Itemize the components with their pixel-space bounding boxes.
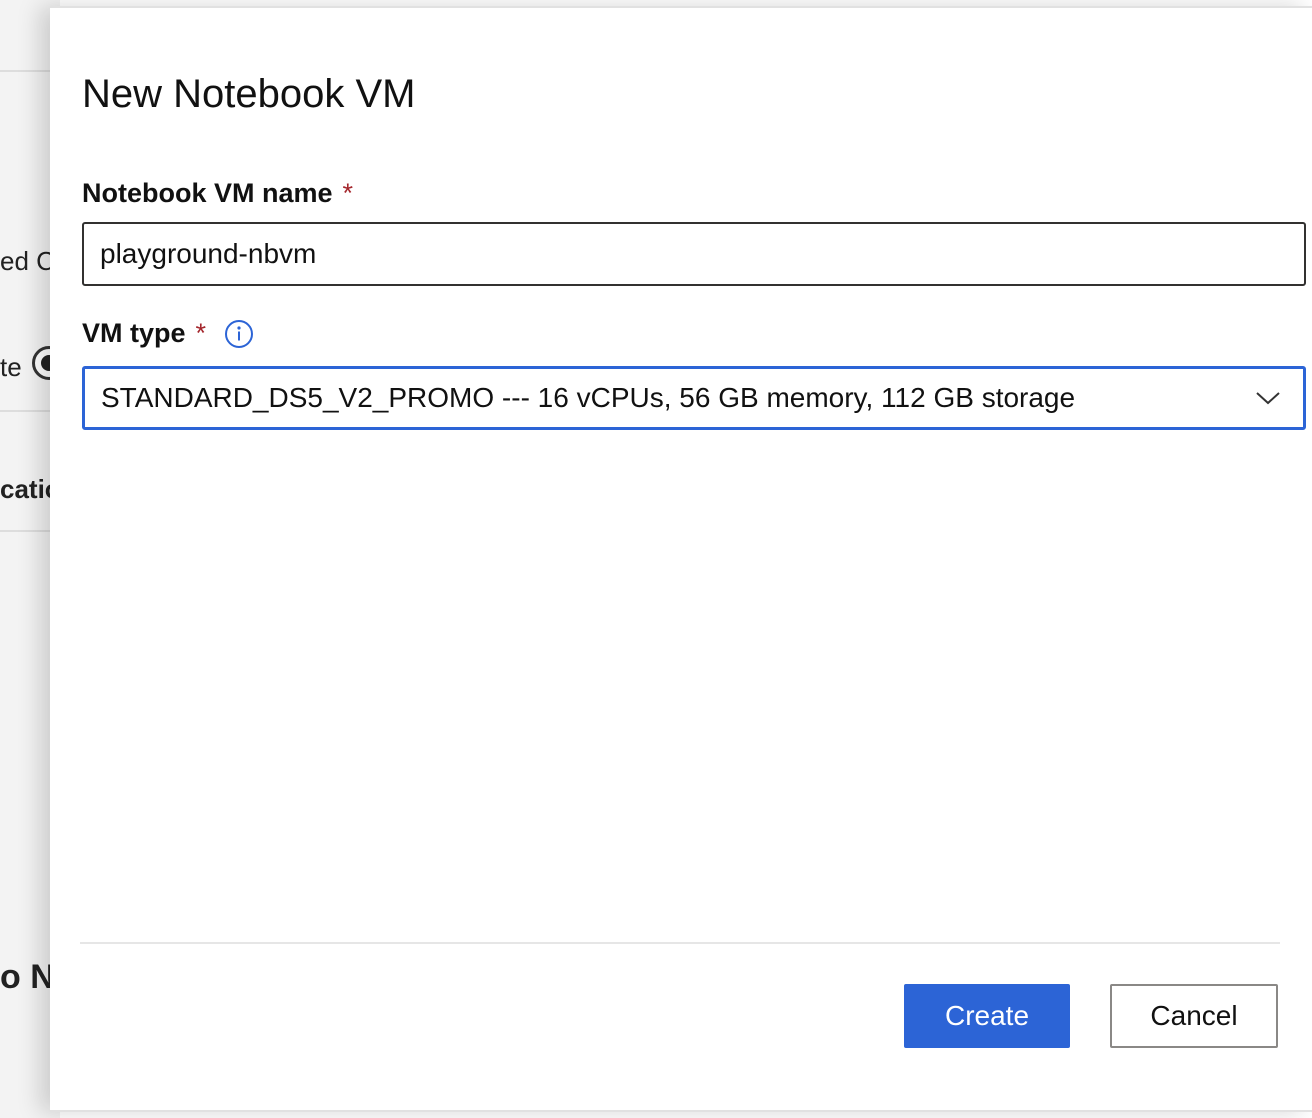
vm-type-dropdown[interactable]: STANDARD_DS5_V2_PROMO --- 16 vCPUs, 56 G… <box>82 366 1306 430</box>
dialog-title: New Notebook VM <box>82 72 416 116</box>
notebook-vm-name-input[interactable] <box>82 222 1306 286</box>
notebook-vm-name-label-text: Notebook VM name <box>82 178 333 208</box>
create-button[interactable]: Create <box>904 984 1070 1048</box>
required-marker: * <box>342 178 354 208</box>
page: ed C te catio o N New Notebook VM Notebo… <box>0 0 1312 1118</box>
background-text: te <box>0 352 22 382</box>
background-text: ed C <box>0 246 55 276</box>
background-text: o N <box>0 958 55 996</box>
vm-type-label-text: VM type <box>82 318 186 348</box>
cancel-button[interactable]: Cancel <box>1110 984 1278 1048</box>
notebook-vm-name-label: Notebook VM name * <box>82 178 353 209</box>
footer-divider <box>80 942 1280 944</box>
vm-type-label: VM type * <box>82 318 254 349</box>
info-icon[interactable] <box>224 319 254 349</box>
new-notebook-vm-dialog: New Notebook VM Notebook VM name * VM ty… <box>50 6 1312 1112</box>
vm-type-selected-value: STANDARD_DS5_V2_PROMO --- 16 vCPUs, 56 G… <box>101 382 1076 413</box>
chevron-down-icon <box>1256 392 1280 405</box>
required-marker: * <box>195 318 207 348</box>
